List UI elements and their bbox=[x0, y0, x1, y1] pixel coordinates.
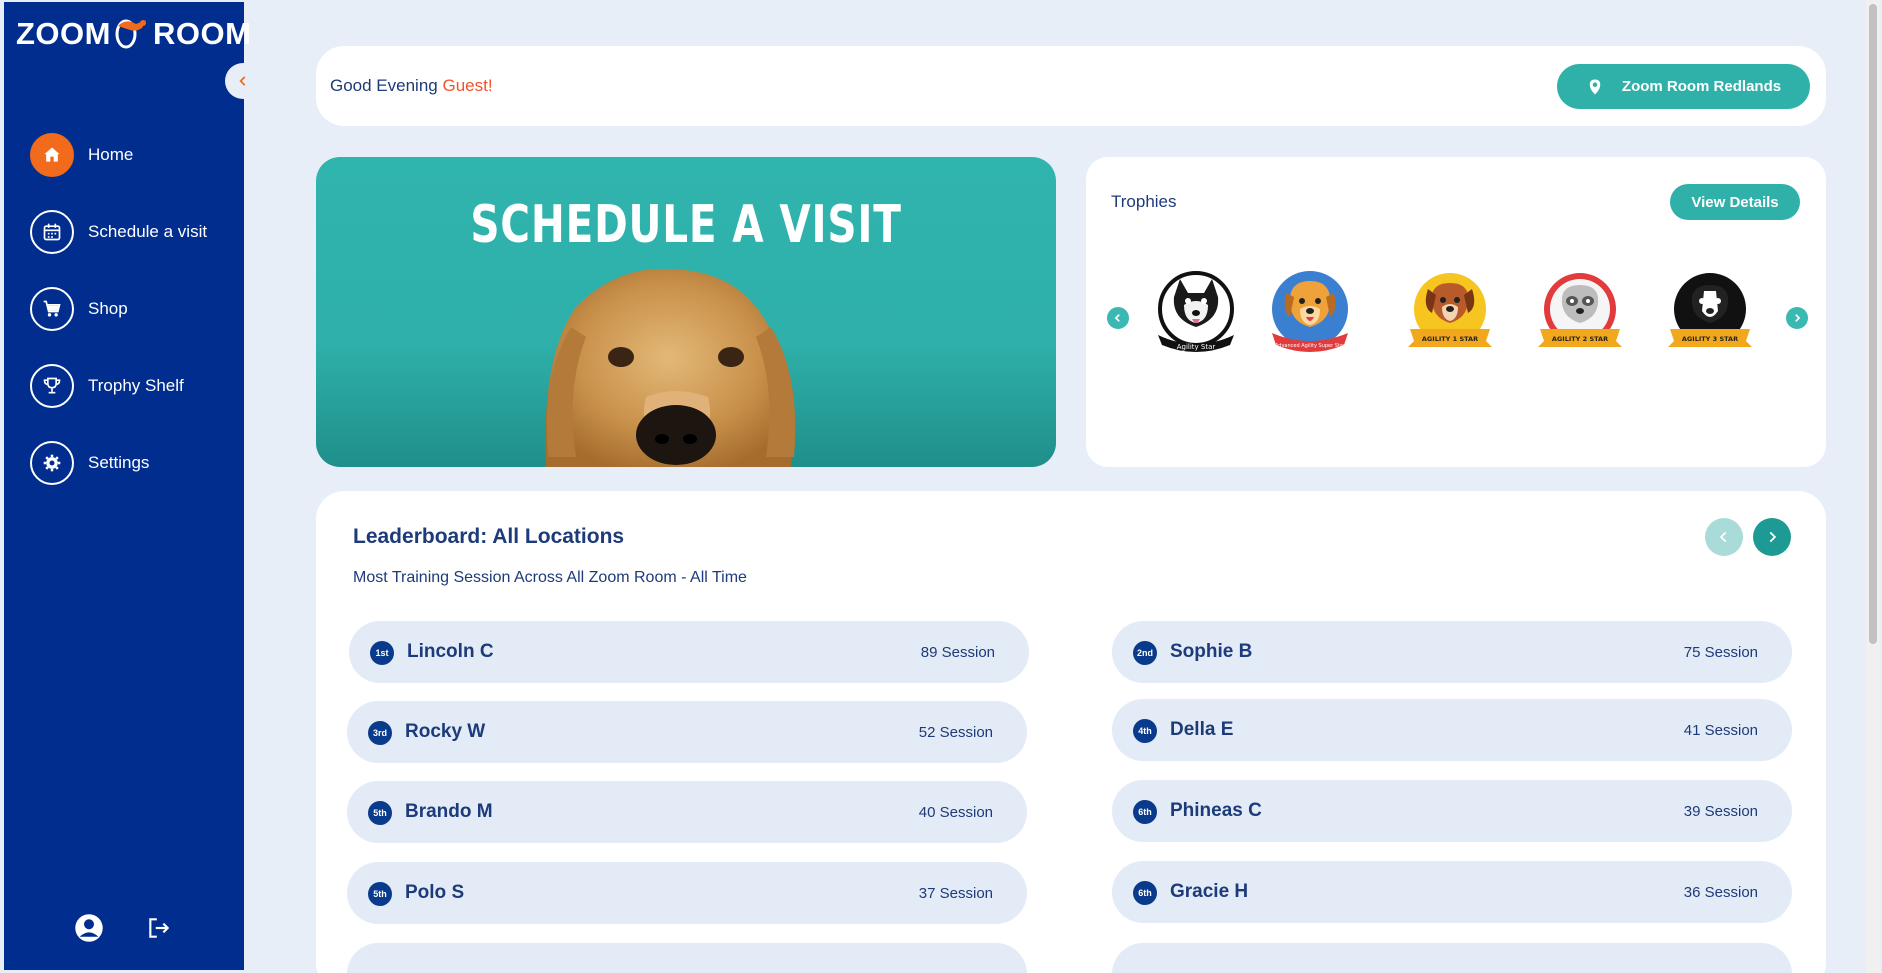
chevron-left-icon bbox=[1114, 314, 1120, 322]
player-name: Polo S bbox=[405, 882, 465, 903]
location-pin-icon bbox=[1589, 79, 1601, 94]
trophy-badge[interactable]: AGILITY 2 STAR bbox=[1534, 267, 1626, 359]
collapse-sidebar-button[interactable] bbox=[225, 63, 261, 99]
leaderboard-row bbox=[347, 943, 1027, 973]
trophy-badge[interactable]: AGILITY 1 STAR bbox=[1404, 267, 1496, 359]
player-name: Della E bbox=[1170, 719, 1234, 740]
sidebar-item-settings[interactable]: Settings bbox=[30, 441, 240, 485]
badge-label: Advanced Agility Super Star bbox=[1275, 343, 1346, 349]
leaderboard-card: Leaderboard: All Locations Most Training… bbox=[316, 491, 1826, 973]
player-name: Rocky W bbox=[405, 721, 486, 742]
leaderboard-row: 1st Lincoln C 89 Session bbox=[349, 621, 1029, 683]
sidebar-item-label: Schedule a visit bbox=[88, 222, 208, 241]
leaderboard-row: 5th Polo S 37 Session bbox=[347, 862, 1027, 924]
chevron-left-icon bbox=[1719, 531, 1727, 543]
page-scrollbar[interactable] bbox=[1866, 0, 1880, 973]
location-button[interactable]: Zoom Room Redlands bbox=[1557, 64, 1810, 109]
trophy-badge[interactable]: AGILITY 3 STAR bbox=[1664, 267, 1756, 359]
session-count: 39 Session bbox=[1683, 803, 1758, 820]
leaderboard-title: Leaderboard: All Locations bbox=[353, 525, 625, 548]
sidebar-bottom-actions bbox=[74, 913, 172, 948]
leaderboard-row bbox=[1112, 943, 1792, 973]
schedule-visit-banner[interactable]: SCHEDULE A VISIT bbox=[316, 157, 1056, 467]
trophy-badge[interactable]: Agility Star bbox=[1150, 267, 1242, 359]
logout-icon[interactable] bbox=[146, 915, 172, 946]
leaderboard-row: 6th Gracie H 36 Session bbox=[1112, 861, 1792, 923]
trophies-title: Trophies bbox=[1111, 192, 1177, 211]
trophies-next-button[interactable] bbox=[1786, 307, 1808, 329]
home-icon bbox=[30, 133, 74, 177]
leaderboard-subtitle: Most Training Session Across All Zoom Ro… bbox=[353, 569, 747, 586]
profile-icon[interactable] bbox=[74, 913, 104, 948]
leaderboard-row: 2nd Sophie B 75 Session bbox=[1112, 621, 1792, 683]
logo: ZOOM ROOM bbox=[16, 16, 251, 52]
scrollbar-thumb[interactable] bbox=[1869, 4, 1877, 644]
session-count: 36 Session bbox=[1683, 884, 1758, 901]
sidebar-item-trophy-shelf[interactable]: Trophy Shelf bbox=[30, 364, 240, 408]
session-count: 52 Session bbox=[918, 724, 993, 741]
session-count: 41 Session bbox=[1683, 722, 1758, 739]
location-label: Zoom Room Redlands bbox=[1621, 78, 1782, 95]
rank-badge: 6th bbox=[1133, 881, 1157, 905]
badge-label: AGILITY 3 STAR bbox=[1682, 335, 1738, 343]
header-bar: Good Evening Guest! Zoom Room Redlands bbox=[316, 46, 1826, 126]
chevron-left-icon bbox=[239, 76, 246, 86]
trophies-card: Trophies View Details Agility Star Advan… bbox=[1086, 157, 1826, 467]
cart-icon bbox=[30, 287, 74, 331]
greeting-text: Good Evening bbox=[330, 76, 443, 95]
badge-label: AGILITY 1 STAR bbox=[1422, 335, 1478, 343]
rank-badge: 1st bbox=[370, 641, 394, 665]
player-name: Gracie H bbox=[1170, 881, 1249, 902]
leaderboard-row: 4th Della E 41 Session bbox=[1112, 699, 1792, 761]
trophy-icon bbox=[30, 364, 74, 408]
sidebar-item-label: Settings bbox=[88, 453, 150, 472]
player-name: Brando M bbox=[405, 801, 493, 822]
player-name: Lincoln C bbox=[407, 641, 494, 662]
rank-badge: 5th bbox=[368, 801, 392, 825]
rank-badge: 2nd bbox=[1133, 641, 1157, 665]
logo-dog-icon bbox=[112, 16, 152, 52]
leaderboard-row: 6th Phineas C 39 Session bbox=[1112, 780, 1792, 842]
greeting-user: Guest! bbox=[442, 76, 493, 95]
sidebar-item-shop[interactable]: Shop bbox=[30, 287, 240, 331]
leaderboard-row: 5th Brando M 40 Session bbox=[347, 781, 1027, 843]
view-details-button[interactable]: View Details bbox=[1670, 184, 1800, 220]
chevron-right-icon bbox=[1769, 531, 1777, 543]
sidebar-item-schedule[interactable]: Schedule a visit bbox=[30, 210, 240, 254]
trophies-prev-button[interactable] bbox=[1107, 307, 1129, 329]
rank-badge: 3rd bbox=[368, 721, 392, 745]
rank-badge: 4th bbox=[1133, 719, 1157, 743]
player-name: Sophie B bbox=[1170, 641, 1253, 662]
chevron-right-icon bbox=[1795, 314, 1801, 322]
leaderboard-row: 3rd Rocky W 52 Session bbox=[347, 701, 1027, 763]
session-count: 89 Session bbox=[920, 644, 995, 661]
badge-label: AGILITY 2 STAR bbox=[1552, 335, 1608, 343]
sidebar-item-label: Home bbox=[88, 145, 134, 164]
calendar-icon bbox=[30, 210, 74, 254]
greeting: Good Evening Guest! bbox=[330, 76, 493, 96]
gear-icon bbox=[30, 441, 74, 485]
session-count: 75 Session bbox=[1683, 644, 1758, 661]
leaderboard-prev-button[interactable] bbox=[1705, 518, 1743, 556]
session-count: 40 Session bbox=[918, 804, 993, 821]
rank-badge: 5th bbox=[368, 882, 392, 906]
sidebar: ZOOM ROOM Home Schedule a visit Shop Tro… bbox=[4, 2, 251, 970]
logo-text-left: ZOOM bbox=[16, 16, 111, 51]
sidebar-item-home[interactable]: Home bbox=[30, 133, 240, 177]
sidebar-item-label: Shop bbox=[88, 299, 128, 318]
player-name: Phineas C bbox=[1170, 800, 1262, 821]
dog-photo bbox=[545, 268, 796, 467]
logo-text-right: ROOM bbox=[153, 16, 252, 51]
sidebar-item-label: Trophy Shelf bbox=[88, 376, 184, 395]
leaderboard-next-button[interactable] bbox=[1753, 518, 1791, 556]
badge-label: Agility Star bbox=[1177, 343, 1216, 351]
rank-badge: 6th bbox=[1133, 800, 1157, 824]
session-count: 37 Session bbox=[918, 885, 993, 902]
trophy-badge[interactable]: Advanced Agility Super Star bbox=[1264, 267, 1356, 359]
